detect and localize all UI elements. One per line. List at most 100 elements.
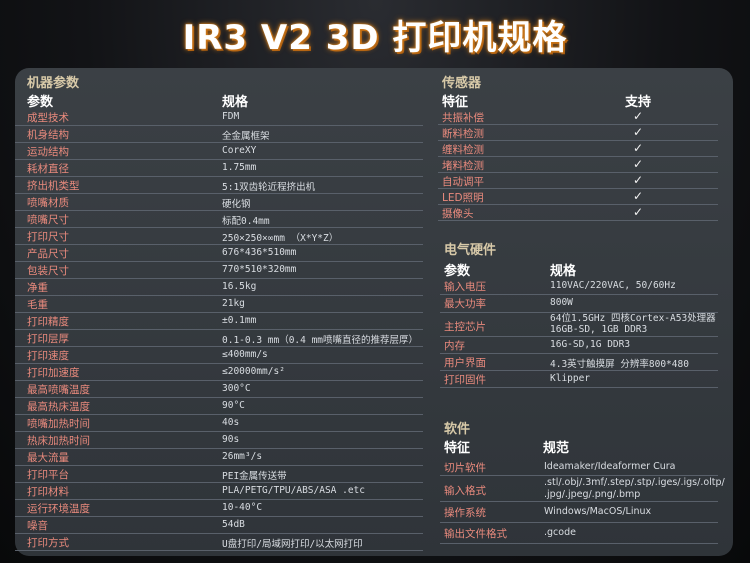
table-row: LED照明 ✓: [438, 189, 718, 205]
sensor-label: 摄像头: [442, 208, 474, 220]
param-label: 最高热床温度: [27, 401, 90, 413]
param-label: 打印平台: [27, 469, 69, 481]
hw-label: 输入电压: [444, 281, 486, 293]
check-icon: ✓: [633, 173, 644, 187]
sensor-col-feature: 特征: [442, 95, 469, 110]
hw-value: 800W: [550, 297, 573, 308]
param-value: 54dB: [222, 519, 245, 530]
table-row: 最大功率 800W: [440, 295, 718, 313]
software-label: 输入格式: [444, 485, 486, 497]
table-row: 产品尺寸 676*436*510mm: [15, 245, 423, 262]
table-row: 成型技术 FDM: [15, 109, 423, 126]
table-row: 包装尺寸 770*510*320mm: [15, 262, 423, 279]
param-value: 5:1双齿轮近程挤出机: [222, 182, 316, 193]
electrical-col-param: 参数: [444, 264, 471, 279]
table-row: 打印固件 Klipper: [440, 371, 718, 388]
table-row: 运动结构 CoreXY: [15, 143, 423, 160]
software-value: Windows/MacOS/Linux: [544, 506, 652, 517]
sensor-label: 自动调平: [442, 176, 484, 188]
table-row: 打印材料 PLA/PETG/TPU/ABS/ASA .etc: [15, 483, 423, 500]
param-value: FDM: [222, 111, 240, 122]
param-label: 净重: [27, 282, 48, 294]
table-row: 喷嘴加热时间 40s: [15, 415, 423, 432]
table-row: 内存 16G-SD,1G DDR3: [440, 337, 718, 354]
table-row: 打印层厚 0.1-0.3 mm（0.4 mm喷嘴直径的推荐层厚）: [15, 330, 423, 347]
software-col-spec: 规范: [543, 441, 570, 456]
table-row: 毛重 21kg: [15, 296, 423, 313]
table-row: 输入格式 .stl/.obj/.3mf/.step/.stp/.iges/.igs…: [440, 476, 725, 502]
sensor-label: 堵料检测: [442, 160, 484, 172]
param-label: 耗材直径: [27, 163, 69, 175]
param-value: 1.75mm: [222, 162, 257, 173]
check-icon: ✓: [633, 125, 644, 139]
check-icon: ✓: [633, 205, 644, 219]
param-label: 热床加热时间: [27, 435, 90, 447]
table-row: 喷嘴尺寸 标配0.4mm: [15, 211, 423, 228]
table-row: 耗材直径 1.75mm: [15, 160, 423, 177]
software-value-line2: .jpg/.jpeg/.png/.bmp: [544, 489, 641, 500]
check-icon: ✓: [633, 141, 644, 155]
check-icon: ✓: [633, 157, 644, 171]
table-row: 共振补偿 ✓: [438, 109, 718, 125]
param-label: 打印速度: [27, 350, 69, 362]
param-value: PLA/PETG/TPU/ABS/ASA .etc: [222, 485, 365, 496]
param-value: ±0.1mm: [222, 315, 257, 326]
table-row: 输出文件格式 .gcode: [440, 523, 718, 544]
check-icon: ✓: [633, 189, 644, 203]
page-title: IR3 V2 3D 打印机规格: [182, 18, 568, 58]
table-row: 热床加热时间 90s: [15, 432, 423, 449]
table-row: 打印速度 ≤400mm/s: [15, 347, 423, 364]
sensor-col-support: 支持: [625, 95, 652, 110]
table-row: 输入电压 110VAC/220VAC, 50/60Hz: [440, 278, 718, 295]
sensor-label: 断料检测: [442, 128, 484, 140]
param-label: 打印精度: [27, 316, 69, 328]
table-row: 最高喷嘴温度 300°C: [15, 381, 423, 398]
param-label: 打印加速度: [27, 367, 80, 379]
software-value: .gcode: [544, 527, 576, 538]
param-value: 40s: [222, 417, 240, 428]
table-row: 最大流量 26mm³/s: [15, 449, 423, 466]
software-col-feature: 特征: [444, 441, 471, 456]
table-row: 摄像头 ✓: [438, 205, 718, 221]
table-row: 操作系统 Windows/MacOS/Linux: [440, 502, 718, 523]
param-label: 打印层厚: [27, 333, 69, 345]
hw-label: 主控芯片: [444, 321, 486, 333]
hw-value: 4.3英寸触摸屏 分辨率800*480: [550, 359, 689, 370]
param-value: 21kg: [222, 298, 245, 309]
table-row: 打印尺寸 250×250×∞mm （X*Y*Z）: [15, 228, 423, 245]
table-row: 机身结构 全金属框架: [15, 126, 423, 143]
table-row: 喷嘴材质 硬化钢: [15, 194, 423, 211]
hw-value: 64位1.5GHz 四核Cortex-A53处理器: [550, 313, 716, 324]
software-label: 操作系统: [444, 507, 486, 519]
table-row: 主控芯片 64位1.5GHz 四核Cortex-A53处理器 16GB-SD, 1G…: [440, 313, 718, 337]
table-row: 打印加速度 ≤20000mm/s²: [15, 364, 423, 381]
table-row: 自动调平 ✓: [438, 173, 718, 189]
table-row: 堵料检测 ✓: [438, 157, 718, 173]
param-label: 挤出机类型: [27, 180, 80, 192]
hw-value-line2: 16GB-SD, 1GB DDR3: [550, 324, 648, 335]
param-label: 毛重: [27, 299, 48, 311]
param-label: 喷嘴加热时间: [27, 418, 90, 430]
table-row: 最高热床温度 90°C: [15, 398, 423, 415]
param-label: 打印材料: [27, 486, 69, 498]
param-label: 运动结构: [27, 146, 69, 158]
param-value: 16.5kg: [222, 281, 257, 292]
electrical-section-title: 电气硬件: [444, 243, 497, 258]
sensor-label: 缠料检测: [442, 144, 484, 156]
param-label: 包装尺寸: [27, 265, 69, 277]
table-row: 噪音 54dB: [15, 517, 423, 534]
param-label: 打印尺寸: [27, 231, 69, 243]
param-value: 250×250×∞mm （X*Y*Z）: [222, 233, 339, 244]
param-value: 全金属框架: [222, 131, 270, 142]
param-label: 成型技术: [27, 112, 69, 124]
check-icon: ✓: [633, 109, 644, 123]
param-label: 运行环境温度: [27, 503, 90, 515]
param-label: 喷嘴材质: [27, 197, 69, 209]
hw-label: 用户界面: [444, 357, 486, 369]
table-row: 缠料检测 ✓: [438, 141, 718, 157]
table-row: 运行环境温度 10-40°C: [15, 500, 423, 517]
table-row: 挤出机类型 5:1双齿轮近程挤出机: [15, 177, 423, 194]
software-value: .stl/.obj/.3mf/.step/.stp/.iges/.igs/.ol…: [544, 477, 725, 488]
hw-label: 打印固件: [444, 374, 486, 386]
hw-value: 16G-SD,1G DDR3: [550, 339, 631, 350]
